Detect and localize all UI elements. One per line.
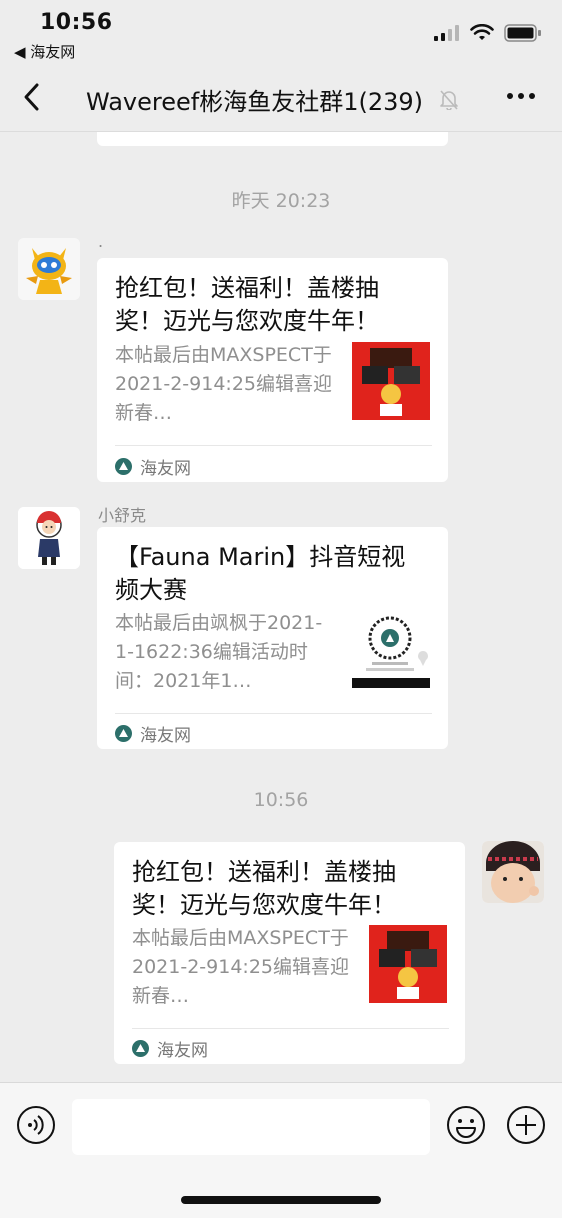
battery-icon — [504, 24, 541, 42]
message-list[interactable]: 昨天 20:23 . 抢红包！送福利！盖楼抽奖！迈光与您欢度牛年！ 本帖最后由M… — [0, 132, 562, 1082]
divider — [115, 713, 432, 714]
card-thumbnail — [352, 342, 430, 420]
sender-name: 小舒克 — [98, 506, 147, 525]
message-input[interactable] — [72, 1099, 430, 1155]
card-description: 本帖最后由MAXSPECT于2021-2-914:25编辑喜迎新春… — [132, 927, 349, 1007]
robot-avatar-image — [18, 238, 80, 300]
child-photo-avatar-image — [482, 841, 544, 903]
divider — [132, 1028, 449, 1029]
card-title: 抢红包！送福利！盖楼抽奖！迈光与您欢度牛年！ — [115, 274, 379, 335]
status-bar: 10:56 ◀ 海友网 — [0, 0, 562, 62]
more-options-icon[interactable] — [506, 86, 536, 106]
sender-name: . — [98, 232, 104, 251]
plus-icon[interactable] — [506, 1105, 546, 1145]
chat-header: Wavereef彬海鱼友社群1(239) — [0, 62, 562, 132]
timestamp: 昨天 20:23 — [231, 190, 331, 212]
card-source-label: 海友网 — [140, 726, 191, 746]
card-title: 抢红包！送福利！盖楼抽奖！迈光与您欢度牛年！ — [132, 858, 396, 919]
status-time: 10:56 — [40, 10, 113, 35]
site-logo-icon — [132, 1040, 149, 1057]
card-description: 本帖最后由MAXSPECT于2021-2-914:25编辑喜迎新春… — [115, 344, 332, 424]
avatar[interactable] — [18, 238, 80, 300]
muted-bell-icon — [440, 90, 458, 110]
card-source: 海友网 — [115, 454, 191, 479]
card-source: 海友网 — [132, 1036, 208, 1061]
divider — [115, 445, 432, 446]
card-source-label: 海友网 — [157, 1041, 208, 1061]
home-indicator[interactable] — [181, 1196, 381, 1204]
pilot-avatar-image — [18, 507, 80, 569]
link-card[interactable]: 抢红包！送福利！盖楼抽奖！迈光与您欢度牛年！ 本帖最后由MAXSPECT于202… — [114, 842, 465, 1064]
signal-icon — [434, 25, 459, 41]
card-source: 海友网 — [115, 721, 191, 746]
card-thumbnail — [369, 925, 447, 1003]
avatar[interactable] — [18, 507, 80, 569]
voice-input-icon[interactable] — [16, 1105, 56, 1145]
back-to-app-link[interactable]: ◀ 海友网 — [14, 41, 75, 62]
wifi-icon — [470, 24, 494, 40]
my-avatar[interactable] — [482, 841, 544, 903]
link-card[interactable]: 【Fauna Marin】抖音短视频大赛 本帖最后由飒枫于2021-1-1622… — [97, 527, 448, 749]
chat-title: Wavereef彬海鱼友社群1(239) — [86, 88, 423, 116]
site-logo-icon — [115, 458, 132, 475]
card-source-label: 海友网 — [140, 459, 191, 479]
card-thumbnail — [352, 610, 430, 688]
emoji-icon[interactable] — [446, 1105, 486, 1145]
status-icons — [434, 24, 542, 42]
link-card[interactable]: 抢红包！送福利！盖楼抽奖！迈光与您欢度牛年！ 本帖最后由MAXSPECT于202… — [97, 258, 448, 482]
timestamp: 10:56 — [253, 789, 309, 811]
card-description: 本帖最后由飒枫于2021-1-1622:36编辑活动时间：2021年1… — [115, 612, 323, 692]
back-chevron-icon[interactable] — [18, 82, 48, 112]
card-title: 【Fauna Marin】抖音短视频大赛 — [115, 543, 406, 604]
previous-card-fragment[interactable] — [97, 132, 448, 146]
site-logo-icon — [115, 725, 132, 742]
